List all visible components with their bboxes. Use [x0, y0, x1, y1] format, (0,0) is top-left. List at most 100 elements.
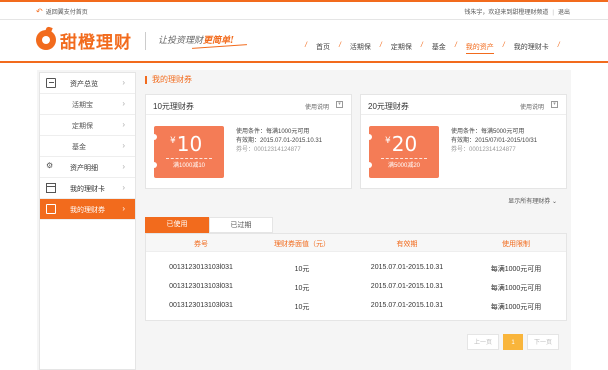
chevron-right-icon: ›	[122, 120, 125, 129]
sidebar-item-label: 活期宝	[72, 102, 93, 109]
tab-used[interactable]: 已使用	[145, 217, 209, 233]
pagination: 上一页 1 下一页	[467, 334, 559, 350]
cell-limit: 每满1000元可用	[490, 266, 542, 273]
slogan-prefix: 让投资理财	[158, 36, 204, 46]
coupon-info: 使用条件：每满5000元可用 有效期：2015/07/01-2015/10/31…	[451, 128, 537, 155]
cell-code: 0013123013103l031	[169, 264, 233, 271]
slogan: 让投资理财更简单!	[158, 33, 234, 46]
user-area: 钱朱宇，欢迎来到甜橙理财频道 | 退出	[464, 10, 570, 16]
usage-condition: 使用条件：每满5000元可用	[451, 129, 525, 135]
coupon-table: 券号 理财券面值（元） 有效期 使用限制 0013123013103l031 1…	[145, 233, 567, 321]
chevron-right-icon: ›	[122, 162, 125, 171]
card-header: 10元理财券 使用说明 ▾	[146, 95, 351, 115]
show-all-label: 显示所有理财券	[508, 199, 551, 205]
cell-code: 0013123013103l031	[169, 283, 233, 290]
asset-overview-icon	[46, 78, 56, 88]
coupon-info: 使用条件：每满1000元可用 有效期：2015.07.01-2015.10.31…	[236, 128, 322, 155]
coupon-tabs: 已使用 已过期	[145, 217, 567, 233]
cell-limit: 每满1000元可用	[490, 304, 542, 311]
sidebar-item-fund[interactable]: 基金 ›	[40, 136, 135, 157]
table-header: 券号 理财券面值（元） 有效期 使用限制	[146, 234, 566, 252]
page-number-button[interactable]: 1	[503, 334, 523, 350]
content-area: 资产总览 › 活期宝 › 定期保 › 基金 › ⚙ 资产明细 › 我的理财卡 ›…	[37, 70, 571, 370]
cell-value: 10元	[294, 304, 310, 311]
prev-page-button[interactable]: 上一页	[467, 334, 499, 350]
validity-period: 有效期：2015.07.01-2015.10.31	[236, 138, 323, 144]
coupon-card: 20元理财券 使用说明 ▾ ¥20 满5000减20 使用条件：每满5000元可…	[360, 94, 567, 189]
coupon-divider	[166, 158, 212, 159]
usage-help-link[interactable]: 使用说明	[520, 102, 544, 111]
chevron-right-icon: ›	[122, 99, 125, 108]
coupon-icon	[46, 204, 56, 214]
logo-text: 甜橙理财	[60, 32, 132, 52]
coupon-code: 券号：00012314124877	[236, 147, 301, 153]
card-header: 20元理财券 使用说明 ▾	[361, 95, 566, 115]
sidebar-item-my-coupon[interactable]: 我的理财券 ›	[40, 199, 135, 220]
card-icon	[46, 183, 56, 193]
coupon-ticket: ¥10 满1000减10	[151, 126, 224, 178]
main-nav: / 首页 / 活期保 / 定期保 / 基金 / 我的资产 / 我的理财卡 /	[296, 42, 569, 54]
sidebar-item-label: 资产总览	[70, 81, 98, 88]
coupon-card: 10元理财券 使用说明 ▾ ¥10 满1000减10 使用条件：每满1000元可…	[145, 94, 352, 189]
next-page-button[interactable]: 下一页	[527, 334, 559, 350]
main-panel: 我的理财券 10元理财券 使用说明 ▾ ¥10 满1000减10 使用条件：每满…	[145, 72, 567, 370]
sidebar-item-current-deposit[interactable]: 活期宝 ›	[40, 94, 135, 115]
chevron-down-icon: ⌄	[551, 199, 557, 205]
nav-my-assets[interactable]: 我的资产	[465, 42, 494, 54]
sidebar-item-label: 定期保	[72, 123, 93, 130]
site-header: 甜橙理财 让投资理财更简单! / 首页 / 活期保 / 定期保 / 基金 / 我…	[0, 21, 608, 63]
asset-detail-icon: ⚙	[46, 161, 54, 170]
greeting-text: 钱朱宇，欢迎来到甜橙理财频道	[464, 10, 549, 16]
cell-validity: 2015.07.01-2015.10.31	[370, 264, 444, 271]
col-header-value: 理财券面值（元）	[274, 241, 330, 248]
sidebar-item-my-card[interactable]: 我的理财卡 ›	[40, 178, 135, 199]
coupon-code: 券号：00012314124877	[451, 147, 516, 153]
sidebar-item-label: 资产明细	[70, 165, 98, 172]
back-home-label: 返回翼支付首页	[45, 10, 88, 16]
coupon-value: 20	[391, 132, 418, 156]
coupon-value: 10	[176, 132, 203, 156]
show-all-coupons-link[interactable]: 显示所有理财券 ⌄	[508, 196, 557, 205]
sidebar-item-asset-overview[interactable]: 资产总览 ›	[40, 73, 135, 94]
sidebar-item-label: 基金	[72, 144, 86, 151]
nav-my-card[interactable]: 我的理财卡	[514, 42, 549, 54]
col-header-limit: 使用限制	[502, 241, 530, 248]
coupon-condition: 满1000减10	[172, 163, 206, 169]
nav-fixed-deposit[interactable]: 定期保	[391, 42, 412, 54]
coupon-divider	[381, 158, 427, 159]
sidebar-item-asset-detail[interactable]: ⚙ 资产明细 ›	[40, 157, 135, 178]
tab-expired[interactable]: 已过期	[209, 217, 273, 233]
chevron-right-icon: ›	[122, 141, 125, 150]
col-header-code: 券号	[194, 241, 208, 248]
cell-value: 10元	[294, 266, 310, 273]
top-bar: ↶ 返回翼支付首页 钱朱宇，欢迎来到甜橙理财频道 | 退出	[0, 0, 608, 20]
back-home-link[interactable]: ↶ 返回翼支付首页	[36, 7, 88, 16]
logo-divider	[145, 32, 146, 50]
coupon-condition: 满5000减20	[387, 163, 421, 169]
coupon-amount: ¥20	[385, 132, 417, 156]
cell-validity: 2015.07.01-2015.10.31	[370, 283, 444, 290]
cell-code: 0013123013103l031	[169, 302, 233, 309]
validity-period: 有效期：2015/07/01-2015/10/31	[451, 138, 538, 144]
back-arrow-icon: ↶	[36, 7, 43, 16]
chevron-right-icon: ›	[122, 204, 125, 213]
nav-fund[interactable]: 基金	[432, 42, 446, 54]
nav-home[interactable]: 首页	[316, 42, 330, 54]
usage-help-link[interactable]: 使用说明	[305, 102, 329, 111]
card-title: 10元理财券	[153, 102, 194, 111]
sidebar-item-label: 我的理财券	[70, 207, 105, 214]
section-title: 我的理财券	[145, 76, 192, 84]
coupon-amount: ¥10	[170, 132, 202, 156]
logout-link[interactable]: 退出	[558, 10, 570, 16]
site-logo[interactable]: 甜橙理财	[36, 27, 132, 53]
chevron-right-icon: ›	[122, 183, 125, 192]
currency-symbol: ¥	[170, 136, 176, 146]
sidebar-item-label: 我的理财卡	[70, 186, 105, 193]
sidebar-item-fixed-deposit[interactable]: 定期保 ›	[40, 115, 135, 136]
cell-validity: 2015.07.01-2015.10.31	[370, 302, 444, 309]
nav-current-deposit[interactable]: 活期保	[350, 42, 371, 54]
currency-symbol: ¥	[385, 136, 391, 146]
expand-icon[interactable]: ▾	[336, 101, 343, 108]
expand-icon[interactable]: ▾	[551, 101, 558, 108]
usage-condition: 使用条件：每满1000元可用	[236, 129, 310, 135]
